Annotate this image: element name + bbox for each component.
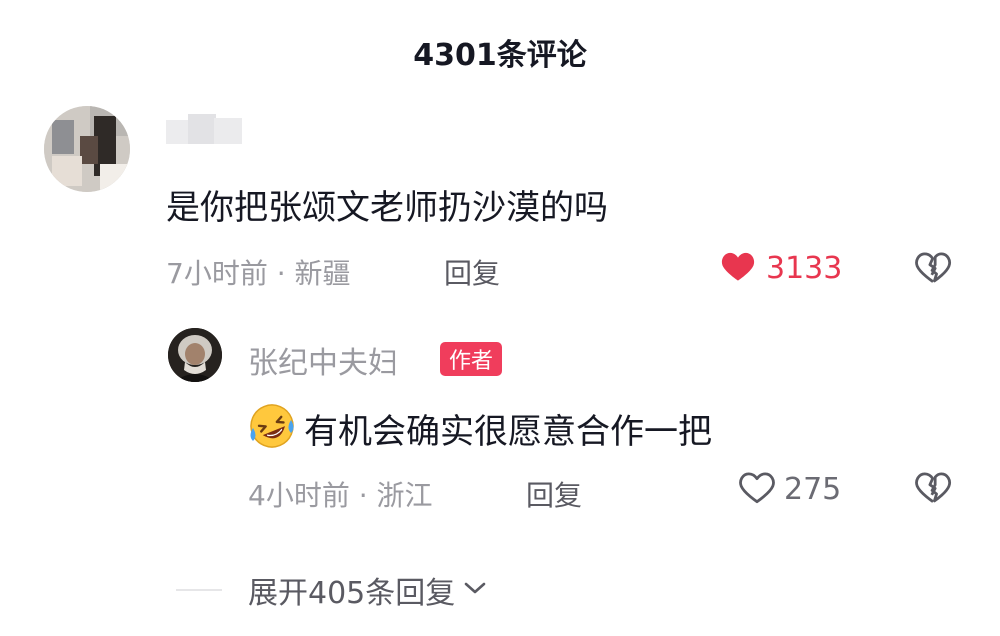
comment-location: 新疆 xyxy=(294,257,351,290)
meta-separator: · xyxy=(358,479,368,512)
reply-button[interactable]: 回复 xyxy=(444,252,500,292)
reply-text: 有机会确实很愿意合作一把 xyxy=(304,411,712,452)
comments-count-title: 4301条评论 xyxy=(413,38,587,73)
reply-meta: 4小时前 · 浙江 xyxy=(248,474,433,514)
like-count: 3133 xyxy=(766,250,843,286)
author-avatar[interactable] xyxy=(168,328,222,382)
chevron-down-icon xyxy=(463,580,487,600)
heart-filled-icon xyxy=(720,250,756,286)
reply-location: 浙江 xyxy=(376,479,433,512)
username-pixelated[interactable] xyxy=(166,112,242,152)
author-badge: 作者 xyxy=(440,342,503,376)
reply-time: 4小时前 xyxy=(248,479,350,512)
expand-divider xyxy=(176,589,222,591)
like-button[interactable]: 3133 xyxy=(720,250,842,286)
rolling-laughing-emoji-icon xyxy=(246,400,298,456)
expand-replies-label: 展开405条回复 xyxy=(248,576,456,611)
comment-meta: 7小时前 · 新疆 xyxy=(166,252,351,292)
comment-text: 是你把张颂文老师扔沙漠的吗 xyxy=(166,188,608,228)
dislike-button[interactable] xyxy=(914,250,952,288)
expand-replies-button[interactable]: 展开405条回复 xyxy=(248,568,487,612)
heart-outline-icon xyxy=(738,470,776,508)
meta-separator: · xyxy=(276,257,286,290)
broken-heart-icon xyxy=(914,472,952,508)
reply-like-count: 275 xyxy=(784,471,842,507)
reply-to-reply-button[interactable]: 回复 xyxy=(526,474,582,514)
reply-like-button[interactable]: 275 xyxy=(738,470,841,508)
avatar[interactable] xyxy=(44,106,130,192)
comment-time: 7小时前 xyxy=(166,257,268,290)
author-name[interactable]: 张纪中夫妇 xyxy=(248,338,398,382)
reply-dislike-button[interactable] xyxy=(914,470,952,508)
broken-heart-icon xyxy=(914,252,952,288)
reply-content: 有机会确实很愿意合作一把 xyxy=(246,400,712,456)
